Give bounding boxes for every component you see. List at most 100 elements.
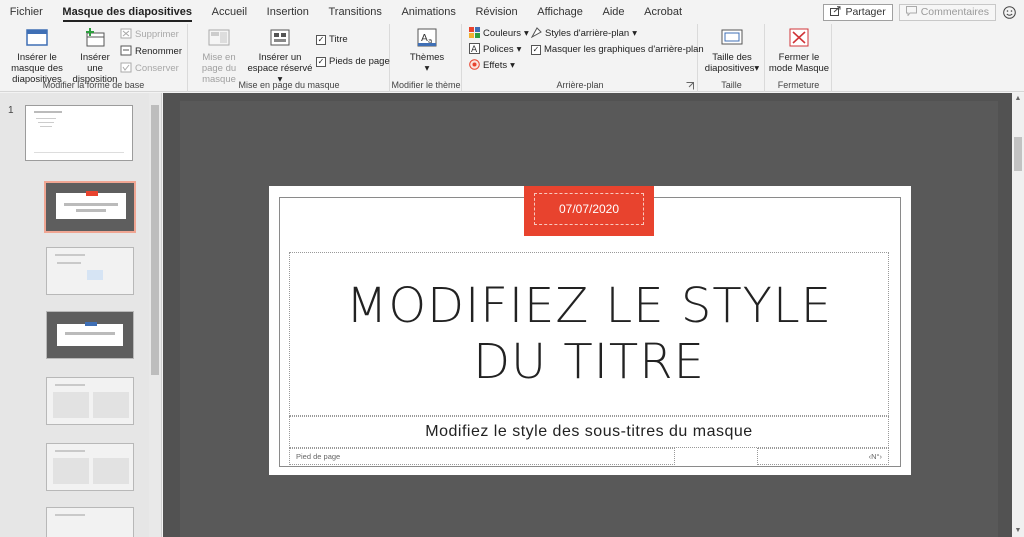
footers-check-icon: ✓	[316, 56, 326, 67]
svg-text:A: A	[471, 45, 478, 54]
fonts-chevron-icon: ▾	[516, 44, 522, 55]
tab-view[interactable]: Affichage	[527, 0, 592, 24]
scroll-up-icon[interactable]: ▲	[1014, 95, 1022, 103]
slide-size-button[interactable]: Taille des diapositives▾	[701, 26, 763, 74]
subtitle-placeholder[interactable]: Modifiez le style des sous-titres du mas…	[289, 416, 889, 448]
color-palette-icon	[469, 26, 480, 41]
thumbnail-title-line	[55, 254, 85, 256]
close-master-label: Fermer le mode Masque	[768, 52, 830, 74]
header-actions: Partager Commentaires	[823, 0, 1024, 24]
rename-label: Renommer	[135, 46, 182, 57]
insert-placeholder-button[interactable]: Insérer un espace réservé ▾	[247, 26, 313, 85]
effects-label: Effets	[483, 60, 508, 71]
tab-acrobat[interactable]: Acrobat	[634, 0, 692, 24]
effects-button[interactable]: Effets ▾	[469, 58, 515, 73]
group-background-label: Arrière-plan	[556, 80, 604, 90]
ribbon: Insérer le masque des diapositives Insér…	[0, 24, 1024, 92]
delete-label: Supprimer	[135, 29, 179, 40]
tab-insert[interactable]: Insertion	[257, 0, 319, 24]
thumbnail-layout-3[interactable]	[46, 247, 134, 295]
tab-animations[interactable]: Animations	[392, 0, 466, 24]
thumbnail-title-line	[55, 384, 85, 386]
fonts-label: Polices	[483, 44, 514, 55]
thumbnail-master-text-line	[38, 122, 54, 123]
font-icon: A	[469, 42, 480, 57]
thumbnail-master-text-line	[36, 118, 56, 119]
preserve-button[interactable]: Conserver	[120, 61, 179, 76]
delete-button[interactable]: Supprimer	[120, 27, 179, 42]
thumbnail-master-text-line	[40, 126, 52, 127]
feedback-smiley-icon[interactable]	[1002, 5, 1016, 19]
colors-button[interactable]: Couleurs ▾	[469, 26, 529, 41]
tab-review[interactable]: Révision	[466, 0, 528, 24]
background-styles-label: Styles d'arrière-plan	[545, 28, 630, 39]
fonts-button[interactable]: A Polices ▾	[469, 42, 521, 57]
thumbnail-master-footer-line	[34, 152, 124, 153]
thumbnail-title-line	[64, 203, 118, 206]
insert-placeholder-icon	[267, 26, 293, 50]
thumbnail-column-right	[93, 392, 129, 418]
group-size: Taille des diapositives▾ Taille	[699, 24, 765, 92]
thumbnail-title-layout[interactable]	[44, 181, 136, 233]
title-placeholder[interactable]: MODIFIEZ LE STYLE DU TITRE	[289, 252, 889, 416]
rename-icon	[120, 45, 132, 59]
thumbnail-content-icon	[87, 270, 103, 280]
background-styles-button[interactable]: Styles d'arrière-plan ▾	[530, 26, 637, 41]
scroll-down-icon[interactable]: ▼	[1014, 527, 1022, 535]
thumbnail-layout-6[interactable]	[46, 443, 134, 491]
date-placeholder-box[interactable]: 07/07/2020	[524, 186, 654, 236]
tab-file[interactable]: Fichier	[0, 0, 53, 24]
thumbnail-layout-7[interactable]	[46, 507, 134, 537]
slide-number-placeholder[interactable]: ‹N°›	[757, 448, 889, 465]
share-icon	[830, 5, 841, 19]
themes-chevron-icon: ▾	[424, 63, 430, 74]
footer-placeholder[interactable]: Pied de page	[289, 448, 675, 465]
title-checkbox[interactable]: ✓ Titre	[316, 32, 348, 47]
thumbnails-scrollbar[interactable]	[149, 93, 161, 537]
preserve-label: Conserver	[135, 63, 179, 74]
comments-button[interactable]: Commentaires	[898, 3, 996, 21]
footers-checkbox[interactable]: ✓ Pieds de page	[316, 54, 390, 69]
insert-layout-button[interactable]: Insérer une disposition	[72, 26, 118, 85]
slide[interactable]: 07/07/2020 MODIFIEZ LE STYLE DU TITRE Mo…	[269, 186, 911, 475]
tab-transitions[interactable]: Transitions	[319, 0, 392, 24]
thumbnail-layout-5[interactable]	[46, 377, 134, 425]
thumbnail-title-line	[76, 209, 106, 212]
rename-button[interactable]: Renommer	[120, 44, 182, 59]
effects-chevron-icon: ▾	[510, 60, 515, 71]
background-styles-chevron-icon: ▾	[632, 28, 637, 39]
group-master-layout-label: Mise en page du masque	[238, 80, 340, 90]
group-close-label: Fermeture	[777, 80, 820, 90]
share-button[interactable]: Partager	[823, 3, 893, 21]
slide-size-label: Taille des diapositives	[704, 52, 755, 74]
thumbnail-text-line	[57, 262, 81, 264]
editor-scrollbar[interactable]: ▲ ▼	[1012, 93, 1024, 537]
group-size-label: Taille	[721, 80, 742, 90]
hide-background-checkbox[interactable]: ✓ Masquer les graphiques d'arrière-plan	[531, 42, 704, 57]
thumbnail-title-line	[55, 514, 85, 516]
thumbnail-layout-4[interactable]	[46, 311, 134, 359]
master-layout-button[interactable]: Mise en page du masque	[191, 26, 247, 85]
comment-icon	[905, 5, 917, 19]
close-master-view-button[interactable]: Fermer le mode Masque	[766, 26, 832, 74]
colors-label: Couleurs	[483, 28, 522, 39]
themes-button[interactable]: Aa Thèmes ▾	[399, 26, 455, 74]
group-background: Couleurs ▾ A Polices ▾ Effets ▾ Styles d'ar…	[463, 24, 704, 92]
tab-help[interactable]: Aide	[593, 0, 635, 24]
insert-slide-master-button[interactable]: Insérer le masque des diapositives	[2, 26, 72, 85]
thumbnail-section-body	[57, 324, 123, 346]
themes-label: Thèmes	[409, 52, 445, 63]
insert-placeholder-label: Insérer un espace réservé	[247, 52, 313, 74]
thumbnail-master[interactable]	[25, 105, 133, 161]
tab-slide-master[interactable]: Masque des diapositives	[53, 0, 202, 24]
date-text: 07/07/2020	[534, 193, 644, 225]
group-edit-theme: Aa Thèmes ▾ Modifier le thème	[391, 24, 462, 92]
tab-list: Fichier Masque des diapositives Accueil …	[0, 0, 692, 24]
slide-master-icon	[24, 26, 50, 50]
editor-scrollbar-thumb[interactable]	[1014, 137, 1022, 171]
thumbnails-scrollbar-thumb[interactable]	[151, 105, 159, 375]
tab-home[interactable]: Accueil	[202, 0, 257, 24]
thumbnail-column-left	[53, 458, 89, 484]
insert-layout-icon	[82, 26, 108, 50]
master-thumbnail-number: 1	[8, 105, 14, 116]
